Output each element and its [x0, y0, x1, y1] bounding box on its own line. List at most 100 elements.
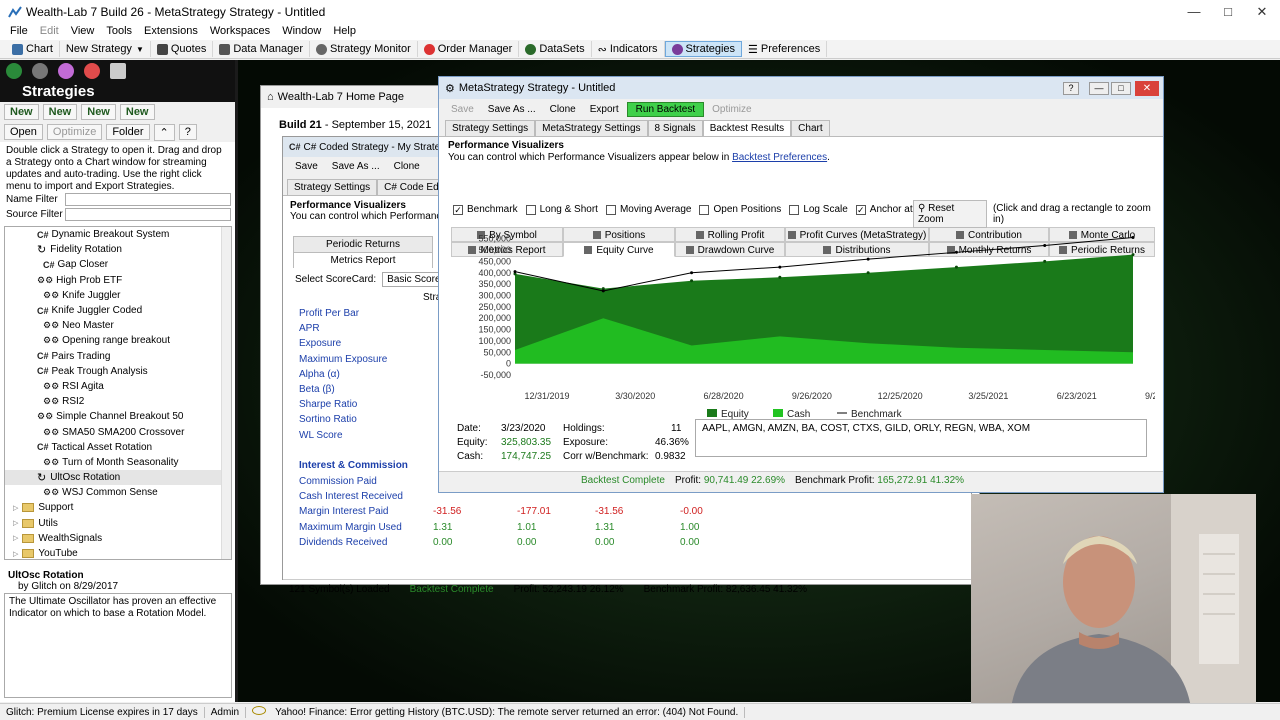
- save-as-button[interactable]: Save As ...: [482, 102, 542, 117]
- data-manager-button[interactable]: Data Manager: [213, 41, 311, 57]
- option-benchmark-checkbox[interactable]: ✓ Benchmark: [453, 204, 518, 215]
- list-item[interactable]: C# Knife Juggler Coded: [5, 303, 231, 318]
- strategies-button[interactable]: Strategies: [664, 41, 743, 57]
- tab-metrics-report[interactable]: Metrics Report: [293, 252, 433, 268]
- expand-icon[interactable]: ▷: [13, 504, 18, 512]
- close-icon[interactable]: ✕: [1244, 0, 1280, 24]
- list-item[interactable]: ↻ Fidelity Rotation: [5, 242, 231, 257]
- profit-label: Profit:: [674, 475, 702, 486]
- equity-point: [690, 279, 694, 283]
- order-manager-button[interactable]: Order Manager: [418, 41, 520, 57]
- chart-button[interactable]: Chart: [6, 41, 60, 57]
- list-item[interactable]: ▷ Support: [5, 500, 231, 515]
- list-item[interactable]: ↻ UltOsc Rotation: [5, 470, 231, 486]
- list-item[interactable]: ▷ Utils: [5, 516, 231, 531]
- save-button[interactable]: Save: [445, 102, 480, 117]
- tab-periodic-returns[interactable]: Periodic Returns: [293, 236, 433, 252]
- menu-help[interactable]: Help: [327, 24, 362, 40]
- folder-button[interactable]: Folder: [106, 124, 150, 140]
- maximize-icon[interactable]: □: [1111, 82, 1131, 95]
- list-item[interactable]: ⚙⚙ Neo Master: [5, 318, 231, 333]
- list-item[interactable]: ⚙⚙ RSI2: [5, 394, 231, 409]
- equity-point: [1043, 259, 1047, 263]
- option-moving-average-checkbox[interactable]: Moving Average: [605, 204, 691, 215]
- list-item[interactable]: ⚙⚙ Opening range breakout: [5, 333, 231, 348]
- tab-strategy-settings[interactable]: Strategy Settings: [445, 120, 536, 136]
- menu-view[interactable]: View: [65, 24, 101, 40]
- strategy-monitor-button[interactable]: Strategy Monitor: [310, 41, 418, 57]
- new-strategy-button[interactable]: New Strategy ▼: [60, 41, 151, 57]
- new-building-block-button[interactable]: New: [4, 104, 39, 120]
- rotation-icon: ↻: [37, 244, 47, 257]
- indicators-button[interactable]: ∾ Indicators: [592, 41, 665, 57]
- clone-button[interactable]: Clone: [544, 102, 582, 117]
- save-as-button[interactable]: Save As ...: [326, 159, 386, 174]
- list-item[interactable]: ⚙⚙ RSI Agita: [5, 379, 231, 394]
- menu-extensions[interactable]: Extensions: [138, 24, 204, 40]
- new-rotation-button[interactable]: New: [81, 104, 116, 120]
- csharp-icon: C#: [37, 351, 49, 362]
- menu-edit[interactable]: Edit: [34, 24, 65, 40]
- new-csharp-button[interactable]: New: [42, 104, 78, 120]
- expand-icon[interactable]: ▷: [13, 550, 18, 558]
- list-item[interactable]: C# Tactical Asset Rotation: [5, 440, 231, 455]
- help-icon[interactable]: ?: [178, 124, 197, 140]
- library-icon[interactable]: [110, 63, 126, 79]
- preferences-button[interactable]: ☰ Preferences: [742, 41, 828, 57]
- list-item[interactable]: ▷ YouTube: [5, 546, 231, 559]
- minimize-icon[interactable]: —: [1089, 82, 1109, 95]
- help-icon[interactable]: ?: [1063, 82, 1079, 95]
- backtest-preferences-link[interactable]: Backtest Preferences: [732, 152, 827, 163]
- tree-item-label: RSI Agita: [62, 380, 104, 392]
- meta-backtest-complete: Backtest Complete: [581, 475, 665, 486]
- list-item[interactable]: ⚙⚙ Simple Channel Breakout 50: [5, 409, 231, 424]
- clone-button[interactable]: Clone: [388, 159, 426, 174]
- molecule-icon[interactable]: [84, 63, 100, 79]
- list-item[interactable]: C# Gap Closer: [5, 257, 231, 272]
- globe-icon[interactable]: [6, 63, 22, 79]
- tab-metastrategy-settings[interactable]: MetaStrategy Settings: [535, 120, 648, 136]
- maximize-icon[interactable]: □: [1210, 0, 1246, 24]
- equity-curve-chart[interactable]: 550,000500,000450,000 400,000350,000300,0…: [443, 221, 1155, 421]
- optimize-button[interactable]: Optimize: [706, 102, 757, 117]
- list-item[interactable]: ⚙⚙ Knife Juggler: [5, 288, 231, 303]
- new-metastrategy-button[interactable]: New: [119, 104, 155, 120]
- expand-icon[interactable]: ▷: [13, 534, 18, 542]
- optimize-button[interactable]: Optimize: [46, 124, 103, 140]
- open-button[interactable]: Open: [4, 124, 43, 140]
- menu-window[interactable]: Window: [276, 24, 327, 40]
- list-item[interactable]: C# Pairs Trading: [5, 349, 231, 364]
- menu-file[interactable]: File: [0, 24, 34, 40]
- close-icon[interactable]: ✕: [1135, 81, 1159, 96]
- collapse-icon[interactable]: ⌃: [153, 123, 175, 141]
- option-open-positions-checkbox[interactable]: Open Positions: [699, 204, 781, 215]
- menu-tools[interactable]: Tools: [100, 24, 138, 40]
- source-filter-input[interactable]: [65, 208, 231, 221]
- list-item[interactable]: ⚙⚙ High Prob ETF: [5, 273, 231, 288]
- tab-backtest-results[interactable]: Backtest Results: [702, 120, 792, 136]
- tab-strategy-settings[interactable]: Strategy Settings: [287, 179, 378, 195]
- minimize-icon[interactable]: —: [1176, 0, 1212, 24]
- option-log-scale-checkbox[interactable]: Log Scale: [789, 204, 848, 215]
- export-button[interactable]: Export: [584, 102, 625, 117]
- save-button[interactable]: Save: [289, 159, 324, 174]
- list-item[interactable]: ⚙⚙ Turn of Month Seasonality: [5, 455, 231, 470]
- list-item[interactable]: C# Dynamic Breakout System: [5, 227, 231, 242]
- y-tick-label: 450,000: [478, 256, 511, 266]
- option-long-short-checkbox[interactable]: Long & Short: [525, 204, 598, 215]
- list-item[interactable]: ⚙⚙ SMA50 SMA200 Crossover: [5, 424, 231, 439]
- quotes-button[interactable]: Quotes: [151, 41, 214, 57]
- tab-chart[interactable]: Chart: [791, 120, 830, 136]
- list-item[interactable]: ▷ WealthSignals: [5, 531, 231, 546]
- expand-icon[interactable]: ▷: [13, 519, 18, 527]
- menu-workspaces[interactable]: Workspaces: [204, 24, 276, 40]
- tab-signals[interactable]: 8 Signals: [647, 120, 703, 136]
- list-item[interactable]: ⚙⚙ WSJ Common Sense: [5, 485, 231, 500]
- tree-scrollbar[interactable]: [221, 227, 231, 559]
- list-item[interactable]: C# Peak Trough Analysis: [5, 364, 231, 379]
- run-backtest-button[interactable]: Run Backtest: [626, 101, 705, 117]
- name-filter-input[interactable]: [65, 193, 231, 206]
- brain-icon[interactable]: [58, 63, 74, 79]
- datasets-button[interactable]: DataSets: [519, 41, 592, 57]
- wave-icon[interactable]: [32, 63, 48, 79]
